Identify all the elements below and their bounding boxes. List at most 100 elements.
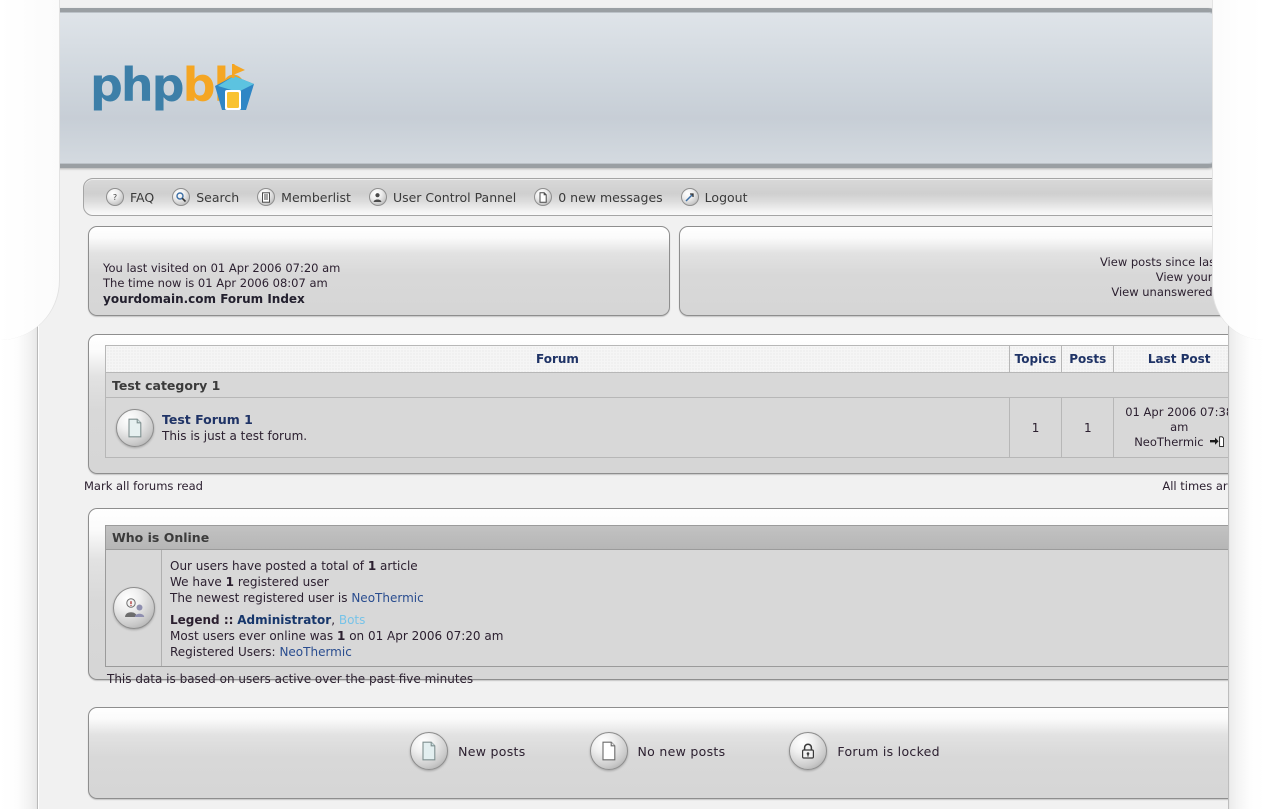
last-visit-text: You last visited on 01 Apr 2006 07:20 am <box>103 261 341 275</box>
last-visit-panel: You last visited on 01 Apr 2006 07:20 am… <box>88 226 670 316</box>
forum-cell: Test Forum 1 This is just a test forum. <box>105 397 1010 458</box>
legend-line: Legend :: Administrator, Bots <box>170 612 503 628</box>
most-online-date: 01 Apr 2006 07:20 am <box>367 629 504 643</box>
forum-description: This is just a test forum. <box>162 429 308 443</box>
most-online-prefix: Most users ever online was <box>170 629 334 643</box>
phpbb-diamond-icon <box>215 64 254 110</box>
newest-user-link[interactable]: NeoThermic <box>351 591 423 605</box>
last-post-date: 01 Apr 2006 07:38 am <box>1125 405 1234 434</box>
registered-users-label: Registered Users: <box>170 645 276 659</box>
site-logo[interactable]: phpbb <box>90 60 265 122</box>
total-articles-prefix: Our users have posted a total of <box>170 559 365 573</box>
content-column: phpbb ? FAQ Search Memberlist User Contr… <box>39 0 1264 809</box>
registered-users-line: We have 1 registered user <box>170 574 503 590</box>
nav-item-messages[interactable]: 0 new messages <box>534 188 663 206</box>
column-header-last-post: Last Post <box>1113 345 1245 373</box>
column-header-forum: Forum <box>105 345 1010 373</box>
forum-table: Forum Topics Posts Last Post Test catego… <box>105 345 1245 458</box>
nav-item-faq[interactable]: ? FAQ <box>106 188 154 206</box>
legend-label-forum-locked: Forum is locked <box>837 743 940 759</box>
legend-label-new-posts: New posts <box>458 743 526 759</box>
main-navigation: ? FAQ Search Memberlist User Control Pan… <box>83 178 1263 216</box>
most-online-count: 1 <box>337 629 346 643</box>
view-unanswered-posts-link[interactable]: View unanswered posts <box>680 285 1247 300</box>
view-your-posts-link[interactable]: View your posts <box>680 270 1247 285</box>
nav-item-memberlist[interactable]: Memberlist <box>257 188 351 206</box>
logo-text-php: php <box>90 58 185 112</box>
newest-user-line: The newest registered user is NeoThermic <box>170 590 503 606</box>
registered-prefix: We have <box>170 575 222 589</box>
no-new-posts-icon[interactable] <box>116 408 154 447</box>
who-is-online-body: Our users have posted a total of 1 artic… <box>106 550 1244 666</box>
svg-text:?: ? <box>113 193 117 202</box>
category-row: Test category 1 <box>105 372 1245 398</box>
view-posts-since-last-visit-link[interactable]: View posts since last visit <box>680 255 1247 270</box>
legend-label: Legend :: <box>170 613 234 627</box>
nav-item-search[interactable]: Search <box>172 188 239 206</box>
registered-users-value[interactable]: NeoThermic <box>279 645 351 659</box>
total-articles-suffix: article <box>380 559 418 573</box>
forum-legend-panel: New posts No new posts Forum is locked <box>88 707 1262 799</box>
category-title[interactable]: Test category 1 <box>105 372 1245 398</box>
messages-icon <box>534 188 553 206</box>
nav-item-logout[interactable]: Logout <box>680 188 748 206</box>
most-online-middle: on <box>349 629 365 643</box>
logout-icon <box>680 188 699 206</box>
nav-label-search: Search <box>196 189 240 205</box>
newest-user-prefix: The newest registered user is <box>170 591 348 605</box>
site-header: phpbb <box>41 5 1225 171</box>
who-is-online-avatar-cell <box>106 550 162 666</box>
users-group-icon <box>112 587 155 629</box>
who-is-online-footer: This data is based on users active over … <box>107 672 474 686</box>
forum-locked-icon <box>789 732 828 770</box>
last-post-user-line: NeoThermic <box>1115 435 1243 450</box>
mark-read-row: Mark all forums read All times are GMT <box>84 479 1264 493</box>
faq-icon: ? <box>106 188 124 206</box>
goto-last-post-icon[interactable] <box>1210 435 1225 449</box>
nav-label-faq: FAQ <box>130 189 155 205</box>
forum-index-link[interactable]: yourdomain.com Forum Index <box>103 291 653 307</box>
nav-label-memberlist: Memberlist <box>281 189 351 205</box>
table-row: Test Forum 1 This is just a test forum. … <box>105 397 1245 458</box>
page-gutter-left-curve <box>0 0 60 340</box>
registered-count: 1 <box>225 575 234 589</box>
nav-label-user-control-panel: User Control Pannel <box>392 189 517 205</box>
quick-links-panel: View posts since last visit View your po… <box>679 226 1262 316</box>
forum-posts-count: 1 <box>1061 397 1115 458</box>
forum-list-panel: Forum Topics Posts Last Post Test catego… <box>88 334 1262 474</box>
nav-label-logout: Logout <box>704 189 748 205</box>
forum-table-header-row: Forum Topics Posts Last Post <box>105 345 1245 373</box>
header-banner: phpbb <box>44 8 1222 168</box>
page-gutter-right-curve <box>1212 0 1264 340</box>
last-post-user-link[interactable]: NeoThermic <box>1134 435 1203 449</box>
who-is-online-panel: Who is Online Our users have posted a to… <box>88 508 1262 686</box>
time-now-text: The time now is 01 Apr 2006 08:07 am <box>103 276 328 290</box>
who-is-online-table: Who is Online Our users have posted a to… <box>105 525 1245 667</box>
legend-administrator[interactable]: Administrator <box>237 613 331 627</box>
page-root: phpbb ? FAQ Search Memberlist User Contr… <box>0 0 1264 809</box>
forum-last-post-cell: 01 Apr 2006 07:38 am NeoThermic <box>1113 397 1245 458</box>
no-new-posts-icon <box>589 732 628 770</box>
mark-all-forums-read-link[interactable]: Mark all forums read <box>84 479 203 493</box>
nav-item-user-control-panel[interactable]: User Control Pannel <box>368 188 517 206</box>
legend-item-no-new-posts: No new posts <box>589 732 726 770</box>
who-is-online-title: Who is Online <box>106 526 1244 550</box>
column-header-topics: Topics <box>1008 345 1063 373</box>
legend-row: New posts No new posts Forum is locked <box>89 708 1261 798</box>
registered-users-list-line: Registered Users: NeoThermic <box>170 644 503 660</box>
column-header-posts: Posts <box>1061 345 1115 373</box>
forum-name-link[interactable]: Test Forum 1 <box>162 412 307 427</box>
search-icon <box>172 188 191 206</box>
who-is-online-text: Our users have posted a total of 1 artic… <box>162 550 503 666</box>
legend-separator: , <box>331 613 336 627</box>
legend-bots[interactable]: Bots <box>339 613 366 627</box>
forum-topics-count: 1 <box>1008 397 1063 458</box>
user-control-panel-icon <box>368 188 387 206</box>
legend-label-no-new-posts: No new posts <box>637 743 726 759</box>
most-online-line: Most users ever online was 1 on 01 Apr 2… <box>170 628 503 644</box>
legend-item-new-posts: New posts <box>410 732 525 770</box>
memberlist-icon <box>257 188 276 206</box>
new-posts-icon <box>410 732 449 770</box>
total-articles-line: Our users have posted a total of 1 artic… <box>170 558 503 574</box>
legend-item-forum-locked: Forum is locked <box>789 732 940 770</box>
